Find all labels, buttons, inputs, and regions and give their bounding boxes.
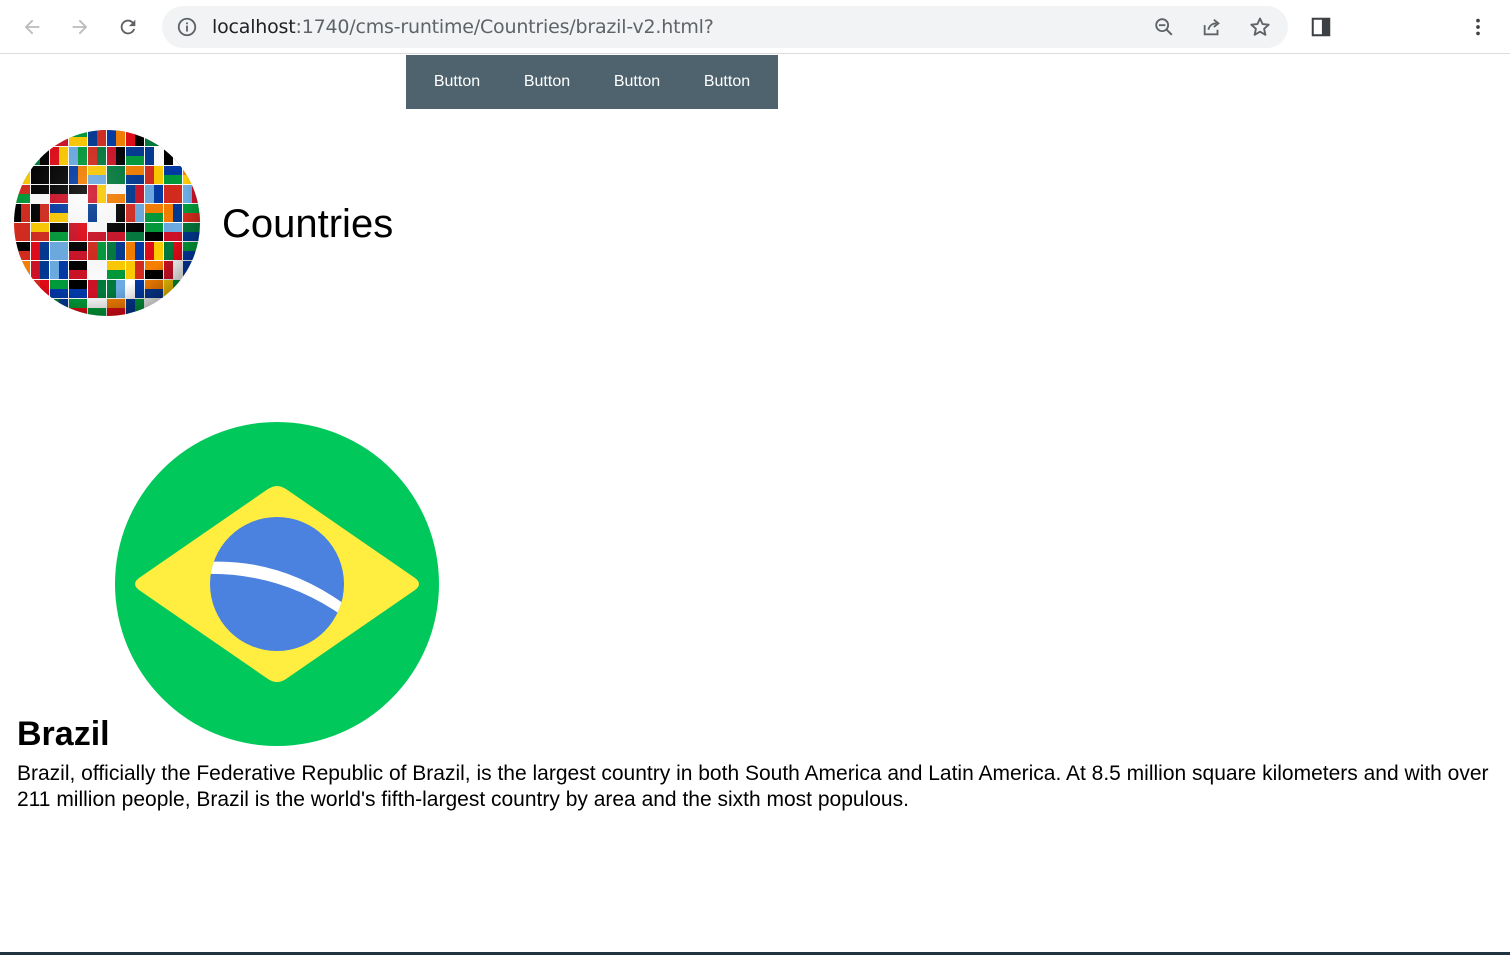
forward-arrow-icon[interactable] bbox=[64, 11, 96, 43]
site-nav-menu: Button Button Button Button bbox=[406, 55, 778, 109]
country-name: Brazil bbox=[17, 715, 110, 753]
zoom-out-icon[interactable] bbox=[1152, 15, 1176, 39]
share-icon[interactable] bbox=[1200, 15, 1224, 39]
nav-button-1[interactable]: Button bbox=[430, 67, 484, 97]
kebab-menu-icon[interactable] bbox=[1462, 11, 1494, 43]
url-host: localhost bbox=[212, 16, 296, 38]
back-arrow-icon[interactable] bbox=[16, 11, 48, 43]
nav-button-4[interactable]: Button bbox=[700, 67, 754, 97]
nav-button-3[interactable]: Button bbox=[610, 67, 664, 97]
brazil-flag-image bbox=[115, 422, 439, 746]
page-title: Countries bbox=[222, 202, 394, 246]
side-panel-icon[interactable] bbox=[1305, 11, 1337, 43]
url-path: :1740/cms-runtime/Countries/brazil-v2.ht… bbox=[295, 16, 714, 38]
country-description: Brazil, officially the Federative Republ… bbox=[17, 762, 1489, 811]
world-flags-globe-logo bbox=[14, 130, 200, 316]
address-bar[interactable]: localhost:1740/cms-runtime/Countries/bra… bbox=[162, 6, 1288, 48]
star-icon[interactable] bbox=[1248, 15, 1272, 39]
reload-icon[interactable] bbox=[112, 11, 144, 43]
browser-toolbar: localhost:1740/cms-runtime/Countries/bra… bbox=[0, 0, 1510, 54]
nav-button-2[interactable]: Button bbox=[520, 67, 574, 97]
info-icon[interactable] bbox=[176, 16, 198, 38]
url-text[interactable]: localhost:1740/cms-runtime/Countries/bra… bbox=[212, 6, 714, 48]
